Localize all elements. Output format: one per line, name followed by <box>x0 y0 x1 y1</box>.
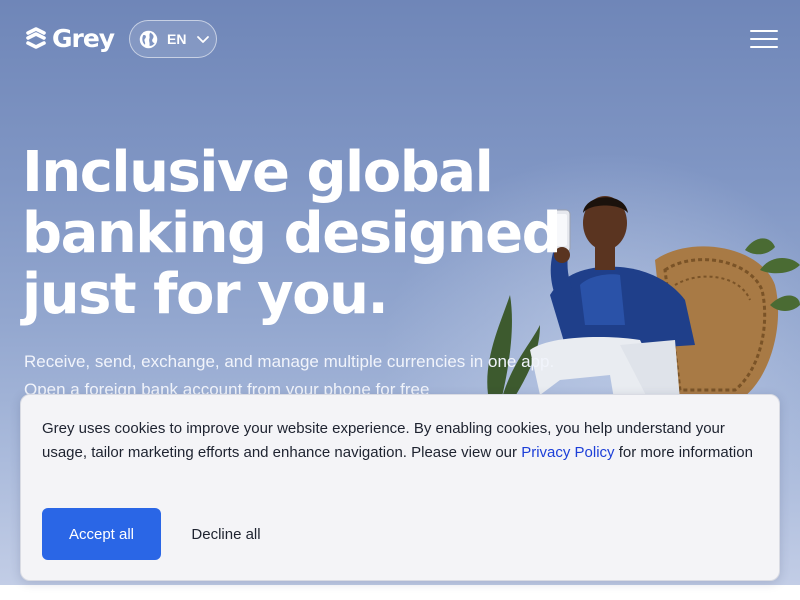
accept-all-button[interactable]: Accept all <box>42 508 161 560</box>
language-code: EN <box>167 31 187 47</box>
cookie-text-after-link: for more information <box>614 444 753 461</box>
grey-logo-mark-icon <box>26 27 46 49</box>
cookie-message: Grey uses cookies to improve your websit… <box>42 417 762 465</box>
headline-line-2: banking designed <box>22 201 562 266</box>
hamburger-menu-icon[interactable] <box>750 30 778 48</box>
menu-line <box>750 46 778 48</box>
brand-logo[interactable]: Grey <box>24 22 115 54</box>
privacy-policy-link[interactable]: Privacy Policy <box>521 444 614 461</box>
subtitle-line-1: Receive, send, exchange, and manage mult… <box>24 352 555 371</box>
decline-all-button[interactable]: Decline all <box>173 508 279 560</box>
language-selector[interactable]: EN <box>129 20 217 58</box>
headline-line-3: just for you. <box>22 262 389 327</box>
chevron-down-icon <box>197 36 210 43</box>
globe-icon <box>139 30 158 48</box>
cookie-banner: Grey uses cookies to improve your websit… <box>20 394 780 581</box>
hero-headline: Inclusive global banking designed just f… <box>22 142 562 325</box>
menu-line <box>750 38 778 40</box>
headline-line-1: Inclusive global <box>22 140 494 205</box>
brand-name: Grey <box>52 23 115 53</box>
menu-line <box>750 30 778 32</box>
